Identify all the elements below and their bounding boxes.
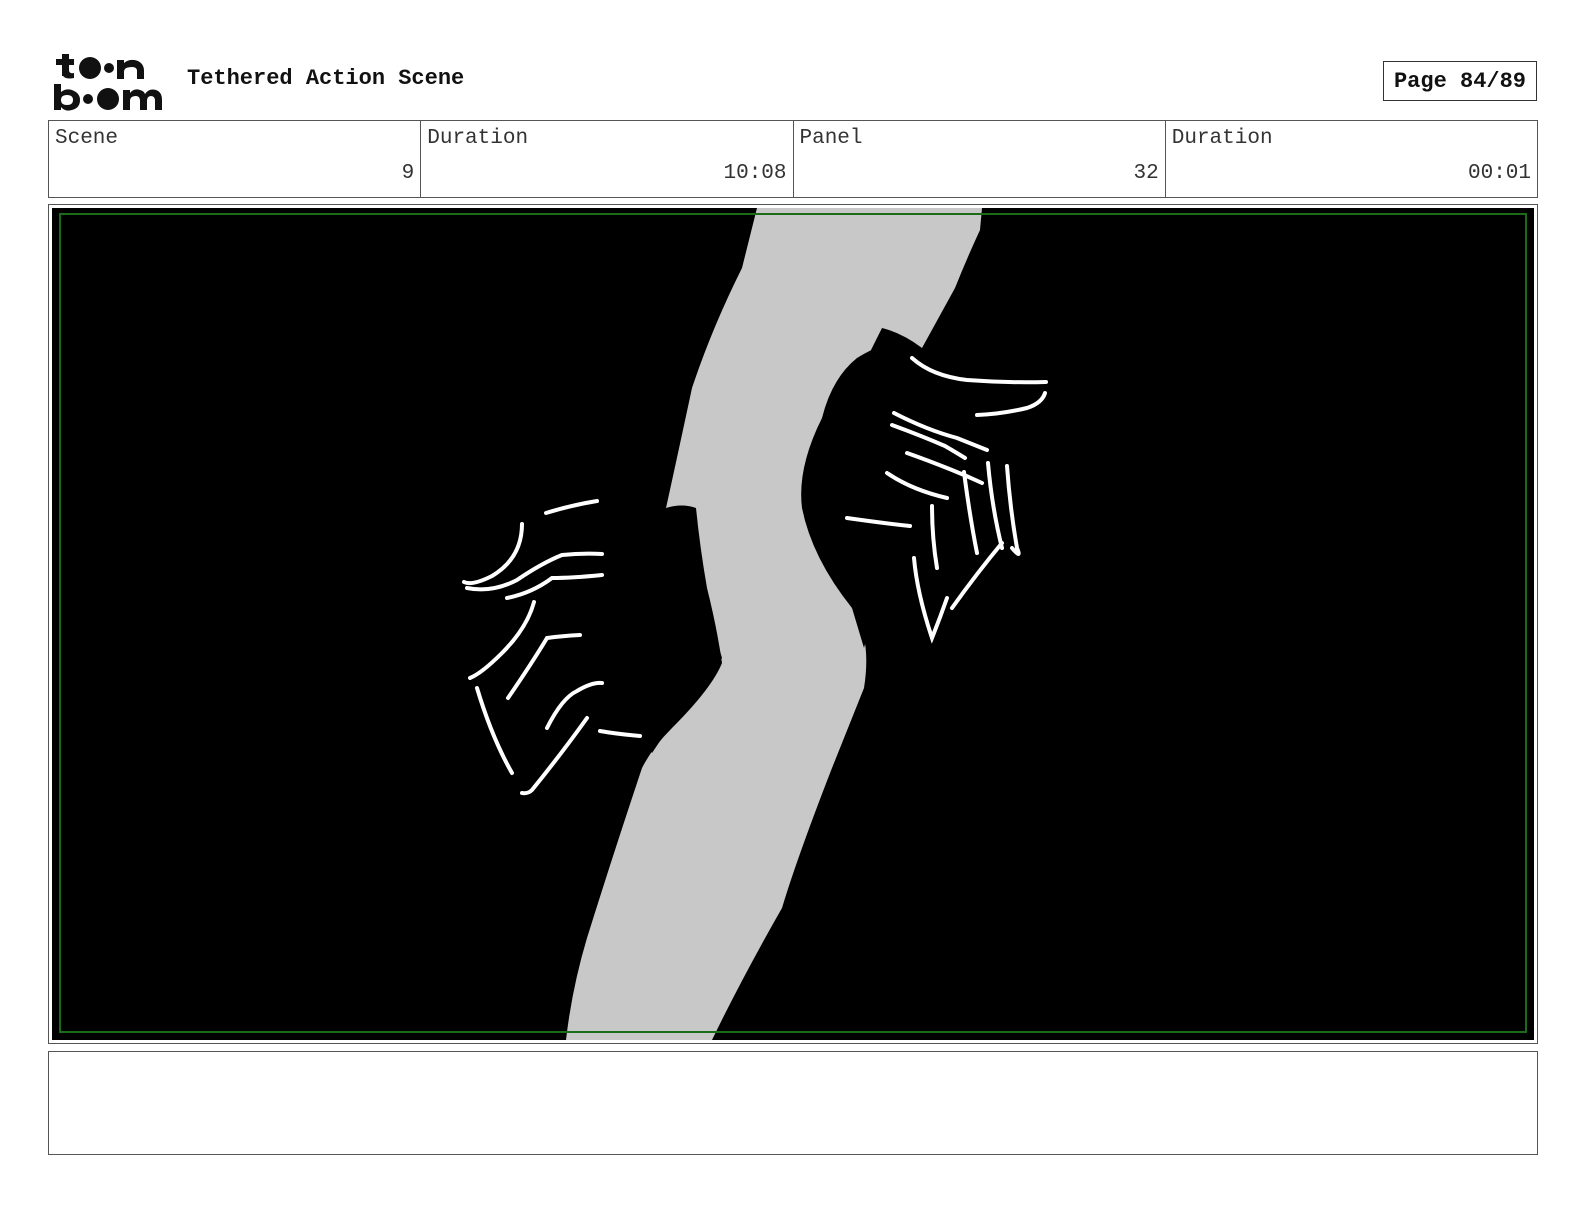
panel-duration-value: 00:01 — [1467, 162, 1531, 185]
scene-value: 9 — [401, 162, 415, 185]
scene-cell: Scene 9 — [49, 121, 422, 197]
scene-duration-cell: Duration 10:08 — [421, 121, 794, 197]
storyboard-drawing-icon — [52, 208, 1534, 1040]
panel-duration-cell: Duration 00:01 — [1166, 121, 1537, 197]
scene-duration-value: 10:08 — [723, 162, 787, 185]
panel-frame — [48, 204, 1538, 1044]
panel-cell: Panel 32 — [794, 121, 1166, 197]
panel-label: Panel — [799, 127, 863, 150]
scene-info-table: Scene 9 Duration 10:08 Panel 32 Duration… — [48, 120, 1538, 198]
panel-value: 32 — [1133, 162, 1159, 185]
scene-label: Scene — [55, 127, 119, 150]
panel-notes-box — [48, 1051, 1538, 1155]
page-indicator: Page 84/89 — [1383, 61, 1537, 101]
panel-duration-label: Duration — [1171, 127, 1273, 150]
toonboom-logo-icon — [52, 50, 164, 112]
scene-duration-label: Duration — [427, 127, 529, 150]
document-title: Tethered Action Scene — [187, 66, 465, 91]
